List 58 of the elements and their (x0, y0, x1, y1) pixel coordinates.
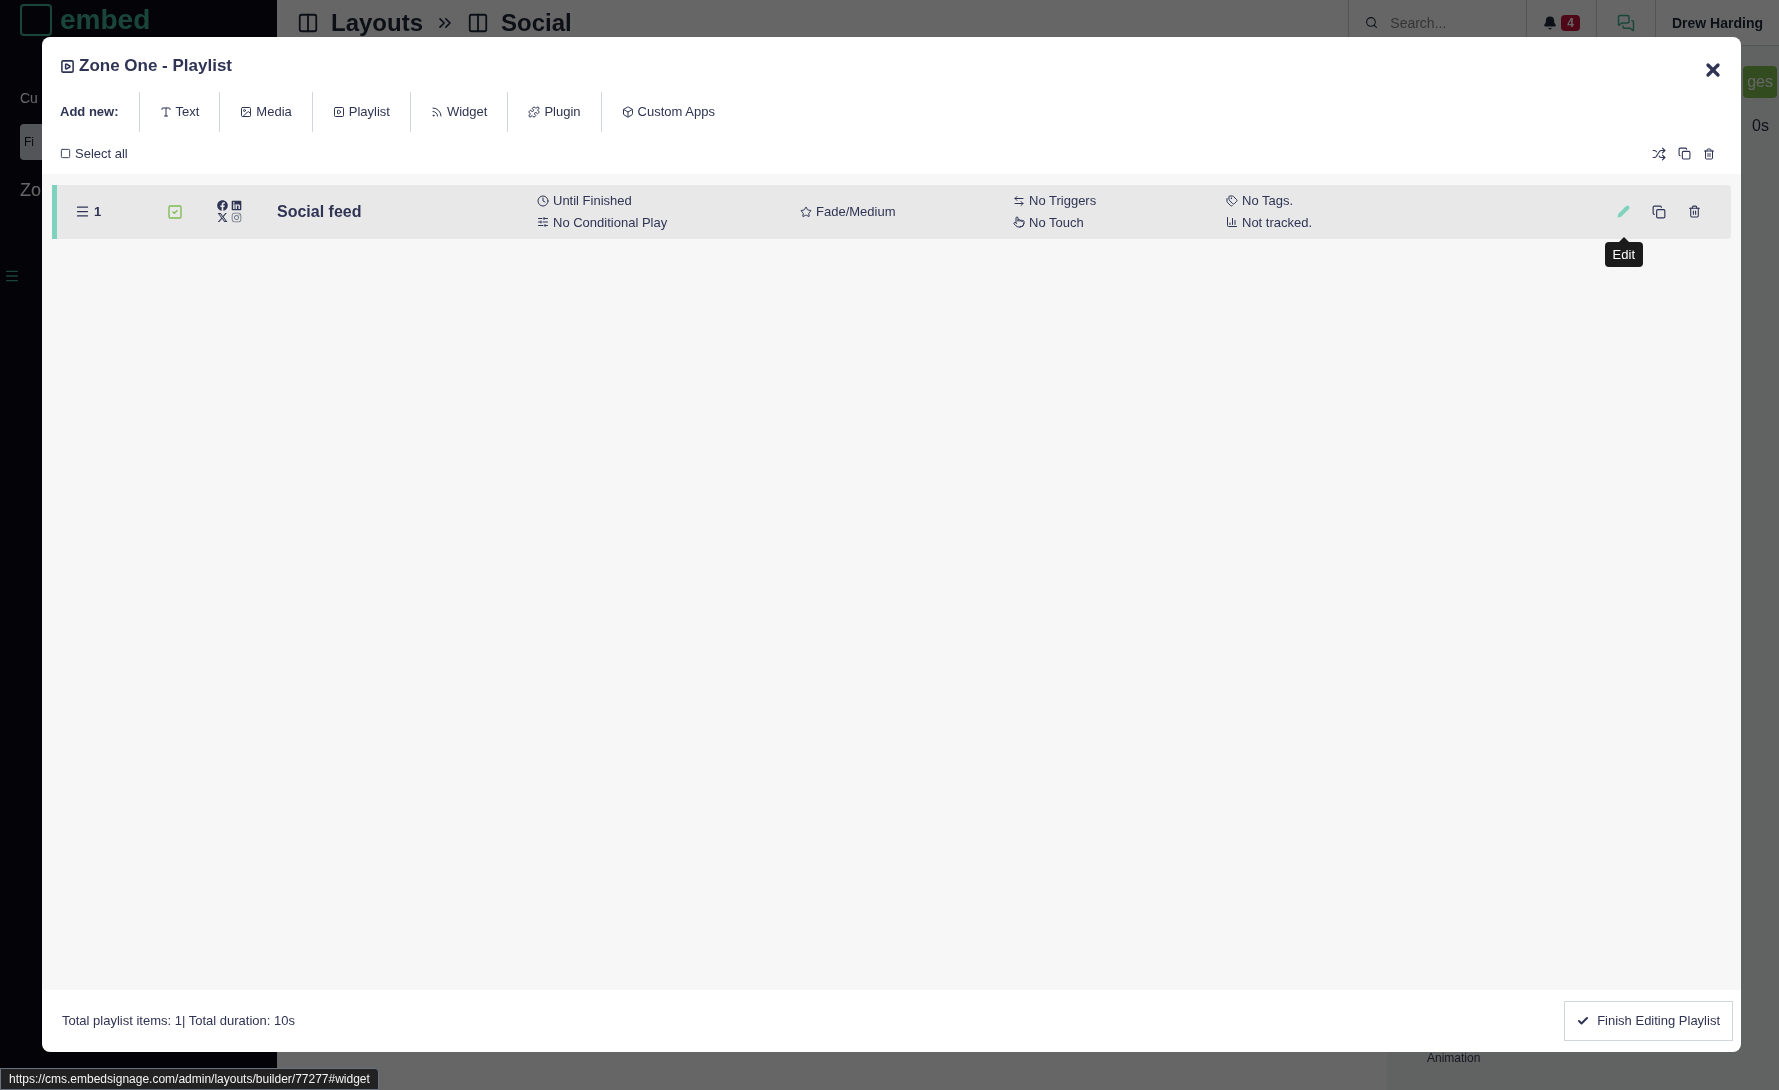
social-icons-drawing (217, 200, 243, 223)
delete-icon[interactable] (1703, 147, 1715, 160)
item-detail: Fade/Medium (816, 202, 896, 221)
drag-handle-icon[interactable] (75, 204, 90, 219)
add-new-label: Add new: (60, 92, 140, 132)
add-item-button[interactable]: Custom Apps (621, 102, 715, 122)
plugin-icon (528, 106, 541, 118)
bar-chart-icon (1226, 216, 1238, 229)
section-label: Animation (1426, 1050, 1482, 1066)
item-detail: No Triggers (1029, 192, 1097, 210)
sidebar-heading: Cu (20, 89, 39, 108)
widget-icon (430, 106, 443, 118)
arrows-icon (1013, 194, 1025, 207)
item-detail: No Touch (1029, 213, 1084, 232)
item-position: 1 (94, 202, 102, 221)
playlist-icon (60, 58, 75, 74)
copy-icon[interactable] (1678, 147, 1691, 161)
text-icon (159, 106, 172, 118)
tooltip: Edit (1604, 241, 1643, 267)
item-detail: No Conditional Play (553, 213, 668, 232)
add-item-button[interactable]: Widget (430, 102, 488, 122)
media-icon (240, 106, 253, 118)
sidebar-heading: Zo (20, 179, 42, 202)
add-item-button[interactable]: Playlist (332, 102, 390, 122)
status-url: https://cms.embedsignage.com/admin/layouts/builder/77277#widget (0, 1068, 379, 1090)
add-item-button[interactable]: Text (159, 102, 200, 122)
bell-icon[interactable] (1543, 15, 1558, 30)
playlist-icon (332, 106, 345, 118)
add-item-button[interactable]: Plugin (528, 102, 581, 122)
hand-icon (1013, 216, 1025, 229)
shuffle-icon[interactable] (1652, 146, 1666, 161)
select-all-option[interactable]: Select all (60, 144, 128, 164)
playlist-summary: Total playlist items: 1| Total duration: 10s (62, 1012, 295, 1031)
clock-icon (537, 194, 549, 207)
layout-icon (467, 11, 489, 34)
item-detail: Not tracked. (1242, 213, 1313, 232)
sliders-icon (537, 216, 549, 229)
item-name: Social feed (277, 201, 363, 222)
apps-icon (621, 106, 634, 118)
layout-icon (297, 11, 319, 34)
item-detail: No Tags. (1242, 192, 1294, 210)
tags-icon (1226, 194, 1238, 207)
logo-icon (20, 4, 52, 36)
checkbox-icon[interactable] (60, 148, 71, 160)
duration-text: 0s (1752, 116, 1769, 136)
finish-editing-button[interactable]: Finish Editing Playlist (1564, 1001, 1733, 1041)
notification-badge: 4 (1561, 14, 1580, 31)
search-icon (1365, 16, 1379, 29)
delete-icon[interactable] (1688, 205, 1701, 218)
item-detail: Until Finished (553, 192, 632, 210)
dialog-title: Zone One - Playlist (79, 55, 233, 78)
star-icon (800, 205, 812, 218)
add-item-button[interactable]: Media (240, 102, 292, 122)
check-icon (1577, 1015, 1590, 1027)
close-icon[interactable] (1703, 60, 1723, 80)
copy-icon[interactable] (1652, 204, 1666, 219)
logo-text: embed (60, 5, 151, 35)
enabled-checkbox[interactable] (167, 203, 183, 220)
